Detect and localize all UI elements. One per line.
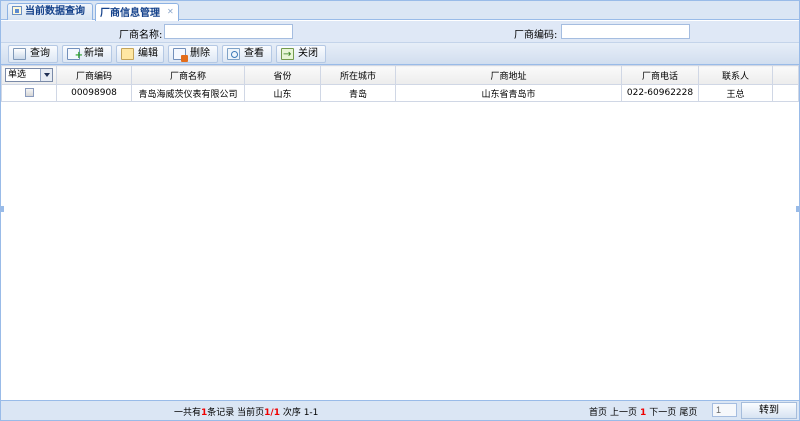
edit-button[interactable]: 编辑 [116, 45, 164, 63]
cell-code: 00098908 [56, 84, 132, 102]
toolbar: 查询 新增 编辑 删除 查看 关闭 [1, 43, 799, 65]
last-page-link[interactable]: 尾页 [679, 408, 697, 418]
app-window: 当前数据查询 厂商信息管理 ✕ 厂商名称: 厂商编码: 查询 新增 编辑 删除 查… [0, 0, 800, 421]
prev-page-link[interactable]: 上一页 [610, 408, 637, 418]
collapse-handle-right[interactable] [796, 206, 799, 212]
magnifier-icon [227, 48, 240, 60]
vendor-name-input[interactable] [164, 24, 293, 39]
select-mode-header: 单选 [1, 65, 57, 85]
column-header-filler [772, 65, 799, 85]
column-header-contact[interactable]: 联系人 [698, 65, 773, 85]
add-icon [67, 48, 83, 64]
add-button[interactable]: 新增 [62, 45, 112, 64]
cell-filler [772, 84, 799, 102]
search-panel: 厂商名称: 厂商编码: [1, 21, 799, 43]
tab-label: 厂商信息管理 [100, 8, 160, 19]
delete-button[interactable]: 删除 [168, 45, 218, 63]
edit-icon [121, 48, 134, 60]
chevron-down-icon[interactable] [40, 69, 52, 81]
pager: 首页 上一页 1 下一页 尾页 [589, 405, 700, 418]
current-page: 1/1 [264, 408, 280, 418]
pagination-bar: 一共有1条记录 当前页1/1 次序 1-1 首页上一页1下一页尾页 转到 [1, 400, 799, 420]
collapse-handle-left[interactable] [1, 206, 4, 212]
column-header-code[interactable]: 厂商编码 [56, 65, 132, 85]
cell-name: 青岛海威茨仪表有限公司 [131, 84, 245, 102]
delete-icon [173, 48, 188, 62]
table-row[interactable]: 00098908 青岛海威茨仪表有限公司 山东 青岛 山东省青岛市 022-60… [1, 84, 799, 102]
next-page-link[interactable]: 下一页 [649, 408, 676, 418]
vendor-code-label: 厂商编码: [514, 30, 558, 41]
column-header-province[interactable]: 省份 [244, 65, 321, 85]
home-icon [12, 6, 22, 15]
cell-contact: 王总 [698, 84, 773, 102]
view-button[interactable]: 查看 [222, 45, 272, 63]
row-select-cell [1, 84, 57, 102]
column-header-phone[interactable]: 厂商电话 [621, 65, 699, 85]
list-icon [13, 48, 26, 60]
tab-current-data-query[interactable]: 当前数据查询 [7, 3, 93, 20]
exit-icon [281, 47, 294, 63]
goto-button[interactable]: 转到 [741, 402, 797, 419]
tab-vendor-management[interactable]: 厂商信息管理 ✕ [95, 3, 179, 21]
tab-label: 当前数据查询 [25, 6, 85, 17]
close-icon[interactable]: ✕ [167, 4, 174, 19]
tab-bar: 当前数据查询 厂商信息管理 ✕ [1, 1, 799, 21]
row-checkbox[interactable] [24, 88, 34, 97]
order-range: 次序 1-1 [282, 408, 319, 418]
page-jump-input[interactable] [712, 403, 737, 417]
table-header-row: 单选 厂商编码 厂商名称 省份 所在城市 厂商地址 厂商电话 联系人 [1, 65, 799, 85]
record-summary: 一共有1条记录 当前页1/1 次序 1-1 [174, 408, 319, 418]
page-number[interactable]: 1 [640, 408, 646, 418]
column-header-address[interactable]: 厂商地址 [395, 65, 622, 85]
select-mode-dropdown[interactable]: 单选 [5, 68, 53, 82]
column-header-city[interactable]: 所在城市 [320, 65, 396, 85]
cell-address: 山东省青岛市 [395, 84, 622, 102]
vendor-code-input[interactable] [561, 24, 690, 39]
cell-city: 青岛 [320, 84, 396, 102]
vendor-table: 单选 厂商编码 厂商名称 省份 所在城市 厂商地址 厂商电话 联系人 00098… [1, 65, 799, 102]
cell-phone: 022-60962228 [621, 84, 699, 102]
close-button[interactable]: 关闭 [276, 45, 326, 63]
first-page-link[interactable]: 首页 [589, 408, 607, 418]
cell-province: 山东 [244, 84, 321, 102]
vendor-name-label: 厂商名称: [119, 30, 163, 41]
column-header-name[interactable]: 厂商名称 [131, 65, 245, 85]
query-button[interactable]: 查询 [8, 45, 58, 63]
